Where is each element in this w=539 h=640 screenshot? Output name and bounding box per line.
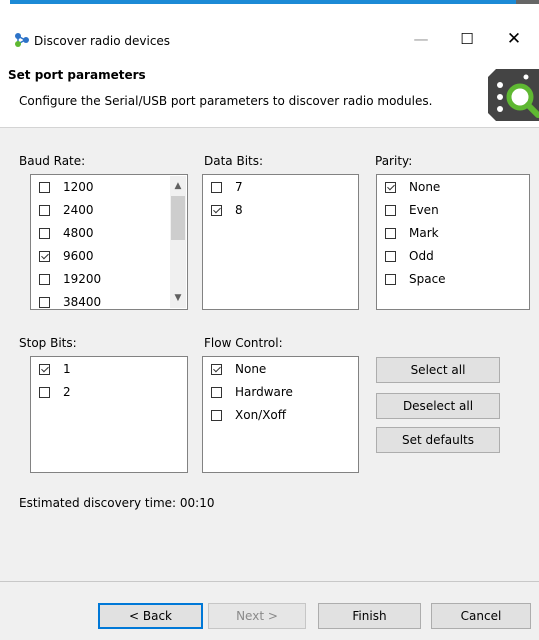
baud-option-38400[interactable]: 38400 (39, 292, 101, 312)
cancel-button[interactable]: Cancel (431, 603, 531, 629)
wizard-header: Set port parameters Configure the Serial… (0, 54, 539, 128)
parity-option-none[interactable]: None (385, 177, 440, 197)
set-defaults-button[interactable]: Set defaults (376, 427, 500, 453)
flow-option-hardware[interactable]: Hardware (211, 382, 293, 402)
checkbox[interactable] (39, 204, 50, 216)
checkbox[interactable] (211, 409, 222, 421)
parity-option-space[interactable]: Space (385, 269, 446, 289)
checkbox[interactable] (211, 386, 222, 398)
flow-control-list[interactable]: None Hardware Xon/Xoff (202, 356, 359, 473)
baud-option-1200[interactable]: 1200 (39, 177, 94, 197)
parity-list[interactable]: None Even Mark Odd Space (376, 174, 530, 310)
deselect-all-button[interactable]: Deselect all (376, 393, 500, 419)
estimated-discovery-time: Estimated discovery time: 00:10 (19, 496, 215, 510)
data-bits-option-7[interactable]: 7 (211, 177, 243, 197)
finish-button[interactable]: Finish (318, 603, 421, 629)
dialog-body: Baud Rate: 1200 2400 4800 9600 19200 384… (0, 128, 539, 581)
parity-option-odd[interactable]: Odd (385, 246, 434, 266)
checkbox-checked[interactable] (385, 181, 396, 193)
maximize-button[interactable]: ☐ (446, 22, 488, 56)
baud-option-4800[interactable]: 4800 (39, 223, 94, 243)
baud-rate-list[interactable]: 1200 2400 4800 9600 19200 38400 ▲ ▼ (30, 174, 188, 310)
wizard-footer: < Back Next > Finish Cancel (0, 581, 539, 640)
checkbox[interactable] (211, 181, 222, 193)
title-bar: Discover radio devices — ☐ ✕ (0, 6, 539, 54)
checkbox[interactable] (385, 273, 396, 285)
checkbox[interactable] (39, 296, 50, 308)
parity-option-mark[interactable]: Mark (385, 223, 439, 243)
checkbox[interactable] (385, 227, 396, 239)
data-bits-option-8[interactable]: 8 (211, 200, 243, 220)
stop-bits-label: Stop Bits: (19, 336, 77, 350)
checkbox[interactable] (39, 227, 50, 239)
scroll-down-arrow-icon[interactable]: ▼ (170, 290, 186, 306)
back-button[interactable]: < Back (98, 603, 203, 629)
checkbox-checked[interactable] (39, 363, 50, 375)
parent-window-edge (516, 0, 539, 4)
close-button[interactable]: ✕ (493, 22, 535, 56)
baud-option-2400[interactable]: 2400 (39, 200, 94, 220)
baud-option-19200[interactable]: 19200 (39, 269, 101, 289)
flow-option-none[interactable]: None (211, 359, 266, 379)
checkbox[interactable] (385, 204, 396, 216)
checkbox-checked[interactable] (211, 363, 222, 375)
parity-label: Parity: (375, 154, 413, 168)
checkbox-checked[interactable] (39, 250, 50, 262)
select-all-button[interactable]: Select all (376, 357, 500, 383)
scroll-up-arrow-icon[interactable]: ▲ (170, 178, 186, 194)
radio-network-icon (15, 33, 29, 47)
page-title: Set port parameters (8, 68, 146, 82)
minimize-button[interactable]: — (400, 22, 442, 56)
baud-option-9600[interactable]: 9600 (39, 246, 94, 266)
radio-module-search-icon (488, 69, 539, 121)
stop-bits-option-1[interactable]: 1 (39, 359, 71, 379)
checkbox[interactable] (39, 273, 50, 285)
checkbox[interactable] (385, 250, 396, 262)
window-title: Discover radio devices (34, 34, 171, 48)
next-button[interactable]: Next > (208, 603, 306, 629)
scroll-thumb[interactable] (171, 196, 185, 240)
baud-rate-label: Baud Rate: (19, 154, 86, 168)
parity-option-even[interactable]: Even (385, 200, 439, 220)
checkbox[interactable] (39, 181, 50, 193)
page-description: Configure the Serial/USB port parameters… (19, 94, 433, 108)
stop-bits-list[interactable]: 1 2 (30, 356, 188, 473)
stop-bits-option-2[interactable]: 2 (39, 382, 71, 402)
checkbox-checked[interactable] (211, 204, 222, 216)
baud-rate-scrollbar[interactable]: ▲ ▼ (170, 176, 186, 308)
parent-window-accent (10, 0, 516, 4)
data-bits-list[interactable]: 7 8 (202, 174, 359, 310)
flow-control-label: Flow Control: (204, 336, 283, 350)
data-bits-label: Data Bits: (204, 154, 264, 168)
checkbox[interactable] (39, 386, 50, 398)
flow-option-xon-xoff[interactable]: Xon/Xoff (211, 405, 286, 425)
